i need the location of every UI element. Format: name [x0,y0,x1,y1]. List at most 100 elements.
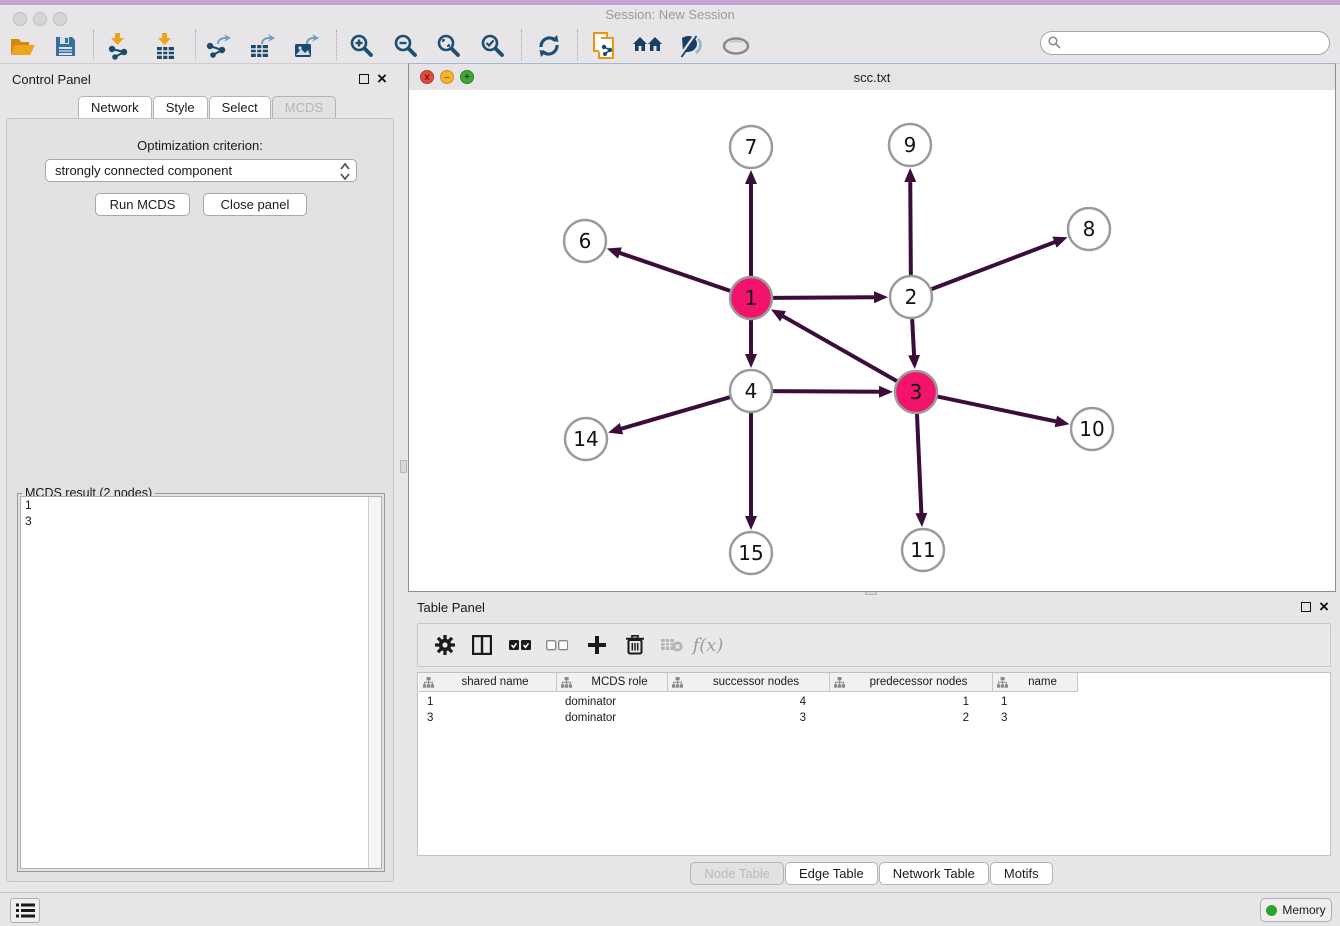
select-all-checkboxes-icon[interactable] [502,624,538,666]
column-header-name[interactable]: name [993,673,1078,692]
function-builder-icon: f(x) [690,624,726,666]
network-view-window: x – + scc.txt 7968124314101511 [408,63,1336,592]
search-input[interactable] [1040,31,1330,55]
tab-motifs[interactable]: Motifs [990,862,1053,885]
node-table[interactable]: shared nameMCDS rolesuccessor nodesprede… [417,672,1331,856]
export-network-icon[interactable] [199,29,237,63]
network-window-titlebar[interactable]: x – + scc.txt [409,64,1335,91]
export-image-icon[interactable] [287,29,325,63]
list-icon [16,903,35,918]
table-row[interactable]: 1dominator411 [419,694,1078,710]
cell-name[interactable]: 1 [993,694,1078,710]
table-toolbar: f(x) [417,623,1331,667]
column-header-predecessor-nodes[interactable]: predecessor nodes [830,673,993,692]
edge-1-6[interactable] [619,253,730,291]
hide-graphics-details-icon[interactable] [672,29,710,63]
zoom-fit-icon[interactable] [430,29,468,63]
mcds-result-scrollbar[interactable] [368,497,381,868]
cell-shared_name[interactable]: 3 [419,710,557,726]
delete-column-icon[interactable] [617,624,653,666]
import-table-icon[interactable] [146,29,184,63]
network-graph-svg: 7968124314101511 [409,90,1335,591]
cell-predecessor_nodes[interactable]: 2 [830,710,993,726]
edge-3-10[interactable] [938,397,1057,422]
tab-edge-table[interactable]: Edge Table [785,862,878,885]
edge-3-1[interactable] [782,316,897,381]
toolbar-separator [93,30,94,60]
edge-2-9[interactable] [910,181,911,275]
cell-mcds_role[interactable]: dominator [557,694,668,710]
edge-2-8[interactable] [932,242,1056,289]
network-window-title: scc.txt [409,70,1335,85]
deselect-all-checkboxes-icon[interactable] [539,624,575,666]
memory-status-dot [1266,905,1277,916]
table-panel-float-icon[interactable] [1301,602,1311,612]
optimization-criterion-select[interactable]: strongly connected component [45,159,357,182]
edge-4-14[interactable] [621,397,730,429]
export-table-icon[interactable] [243,29,281,63]
delete-table-icon [654,624,690,666]
tab-network[interactable]: Network [78,96,152,118]
new-network-from-selection-icon[interactable] [586,29,624,63]
save-session-icon[interactable] [46,29,84,63]
optimization-criterion-value: strongly connected component [55,163,232,178]
close-panel-button[interactable]: Close panel [203,193,307,216]
zoom-in-icon[interactable] [343,29,381,63]
cell-name[interactable]: 3 [993,710,1078,726]
status-menu-button[interactable] [10,898,40,923]
zoom-out-icon[interactable] [387,29,425,63]
mcds-result-textarea[interactable]: 13 [20,496,382,869]
table-panel: Table Panel × f(x) shared nameMCDS roles… [408,596,1336,890]
node-label-3: 3 [910,380,923,404]
control-panel-float-icon[interactable] [359,74,369,84]
column-header-MCDS-role[interactable]: MCDS role [557,673,668,692]
zoom-selected-icon[interactable] [474,29,512,63]
node-label-14: 14 [573,427,598,451]
table-row[interactable]: 3dominator323 [419,710,1078,726]
table-panel-title: Table Panel [417,600,485,615]
tab-node-table[interactable]: Node Table [690,862,784,885]
column-header-shared-name[interactable]: shared name [419,673,557,692]
toggle-columns-icon[interactable] [464,624,500,666]
table-panel-close-icon[interactable]: × [1319,601,1329,613]
mcds-result-line: 1 [21,497,381,513]
node-label-1: 1 [745,286,758,310]
tab-select[interactable]: Select [209,96,271,118]
edge-2-3[interactable] [912,319,914,356]
cell-shared_name[interactable]: 1 [419,694,557,710]
open-session-icon[interactable] [4,29,42,63]
edge-3-11[interactable] [917,414,921,514]
import-network-icon[interactable] [99,29,137,63]
node-label-9: 9 [904,133,917,157]
cell-successor_nodes[interactable]: 3 [668,710,830,726]
column-header-successor-nodes[interactable]: successor nodes [668,673,830,692]
apply-layout-icon[interactable] [530,29,568,63]
tab-style[interactable]: Style [153,96,208,118]
node-label-11: 11 [910,538,935,562]
mcds-result-line: 3 [21,513,381,529]
vertical-splitter-handle[interactable] [400,460,407,473]
node-label-7: 7 [745,135,758,159]
birds-eye-view-icon[interactable] [717,29,755,63]
memory-button[interactable]: Memory [1260,898,1332,922]
cell-successor_nodes[interactable]: 4 [668,694,830,710]
homes-icon[interactable] [629,29,667,63]
optimization-criterion-label: Optimization criterion: [7,138,393,153]
control-panel-close-icon[interactable]: × [377,73,387,85]
cell-predecessor_nodes[interactable]: 1 [830,694,993,710]
tab-network-table[interactable]: Network Table [879,862,989,885]
cell-mcds_role[interactable]: dominator [557,710,668,726]
node-label-6: 6 [579,229,592,253]
settings-gear-icon[interactable] [427,624,463,666]
node-label-4: 4 [745,379,758,403]
network-canvas[interactable]: 7968124314101511 [409,90,1335,591]
add-column-icon[interactable] [579,624,615,666]
tab-mcds[interactable]: MCDS [272,96,336,118]
run-mcds-button[interactable]: Run MCDS [95,193,190,216]
control-panel-tabs: NetworkStyleSelectMCDS [78,96,337,119]
node-label-10: 10 [1079,417,1104,441]
node-table-header: shared nameMCDS rolesuccessor nodesprede… [419,673,1078,692]
edge-1-2[interactable] [773,297,875,298]
edge-4-3[interactable] [773,391,880,392]
node-label-8: 8 [1083,217,1096,241]
